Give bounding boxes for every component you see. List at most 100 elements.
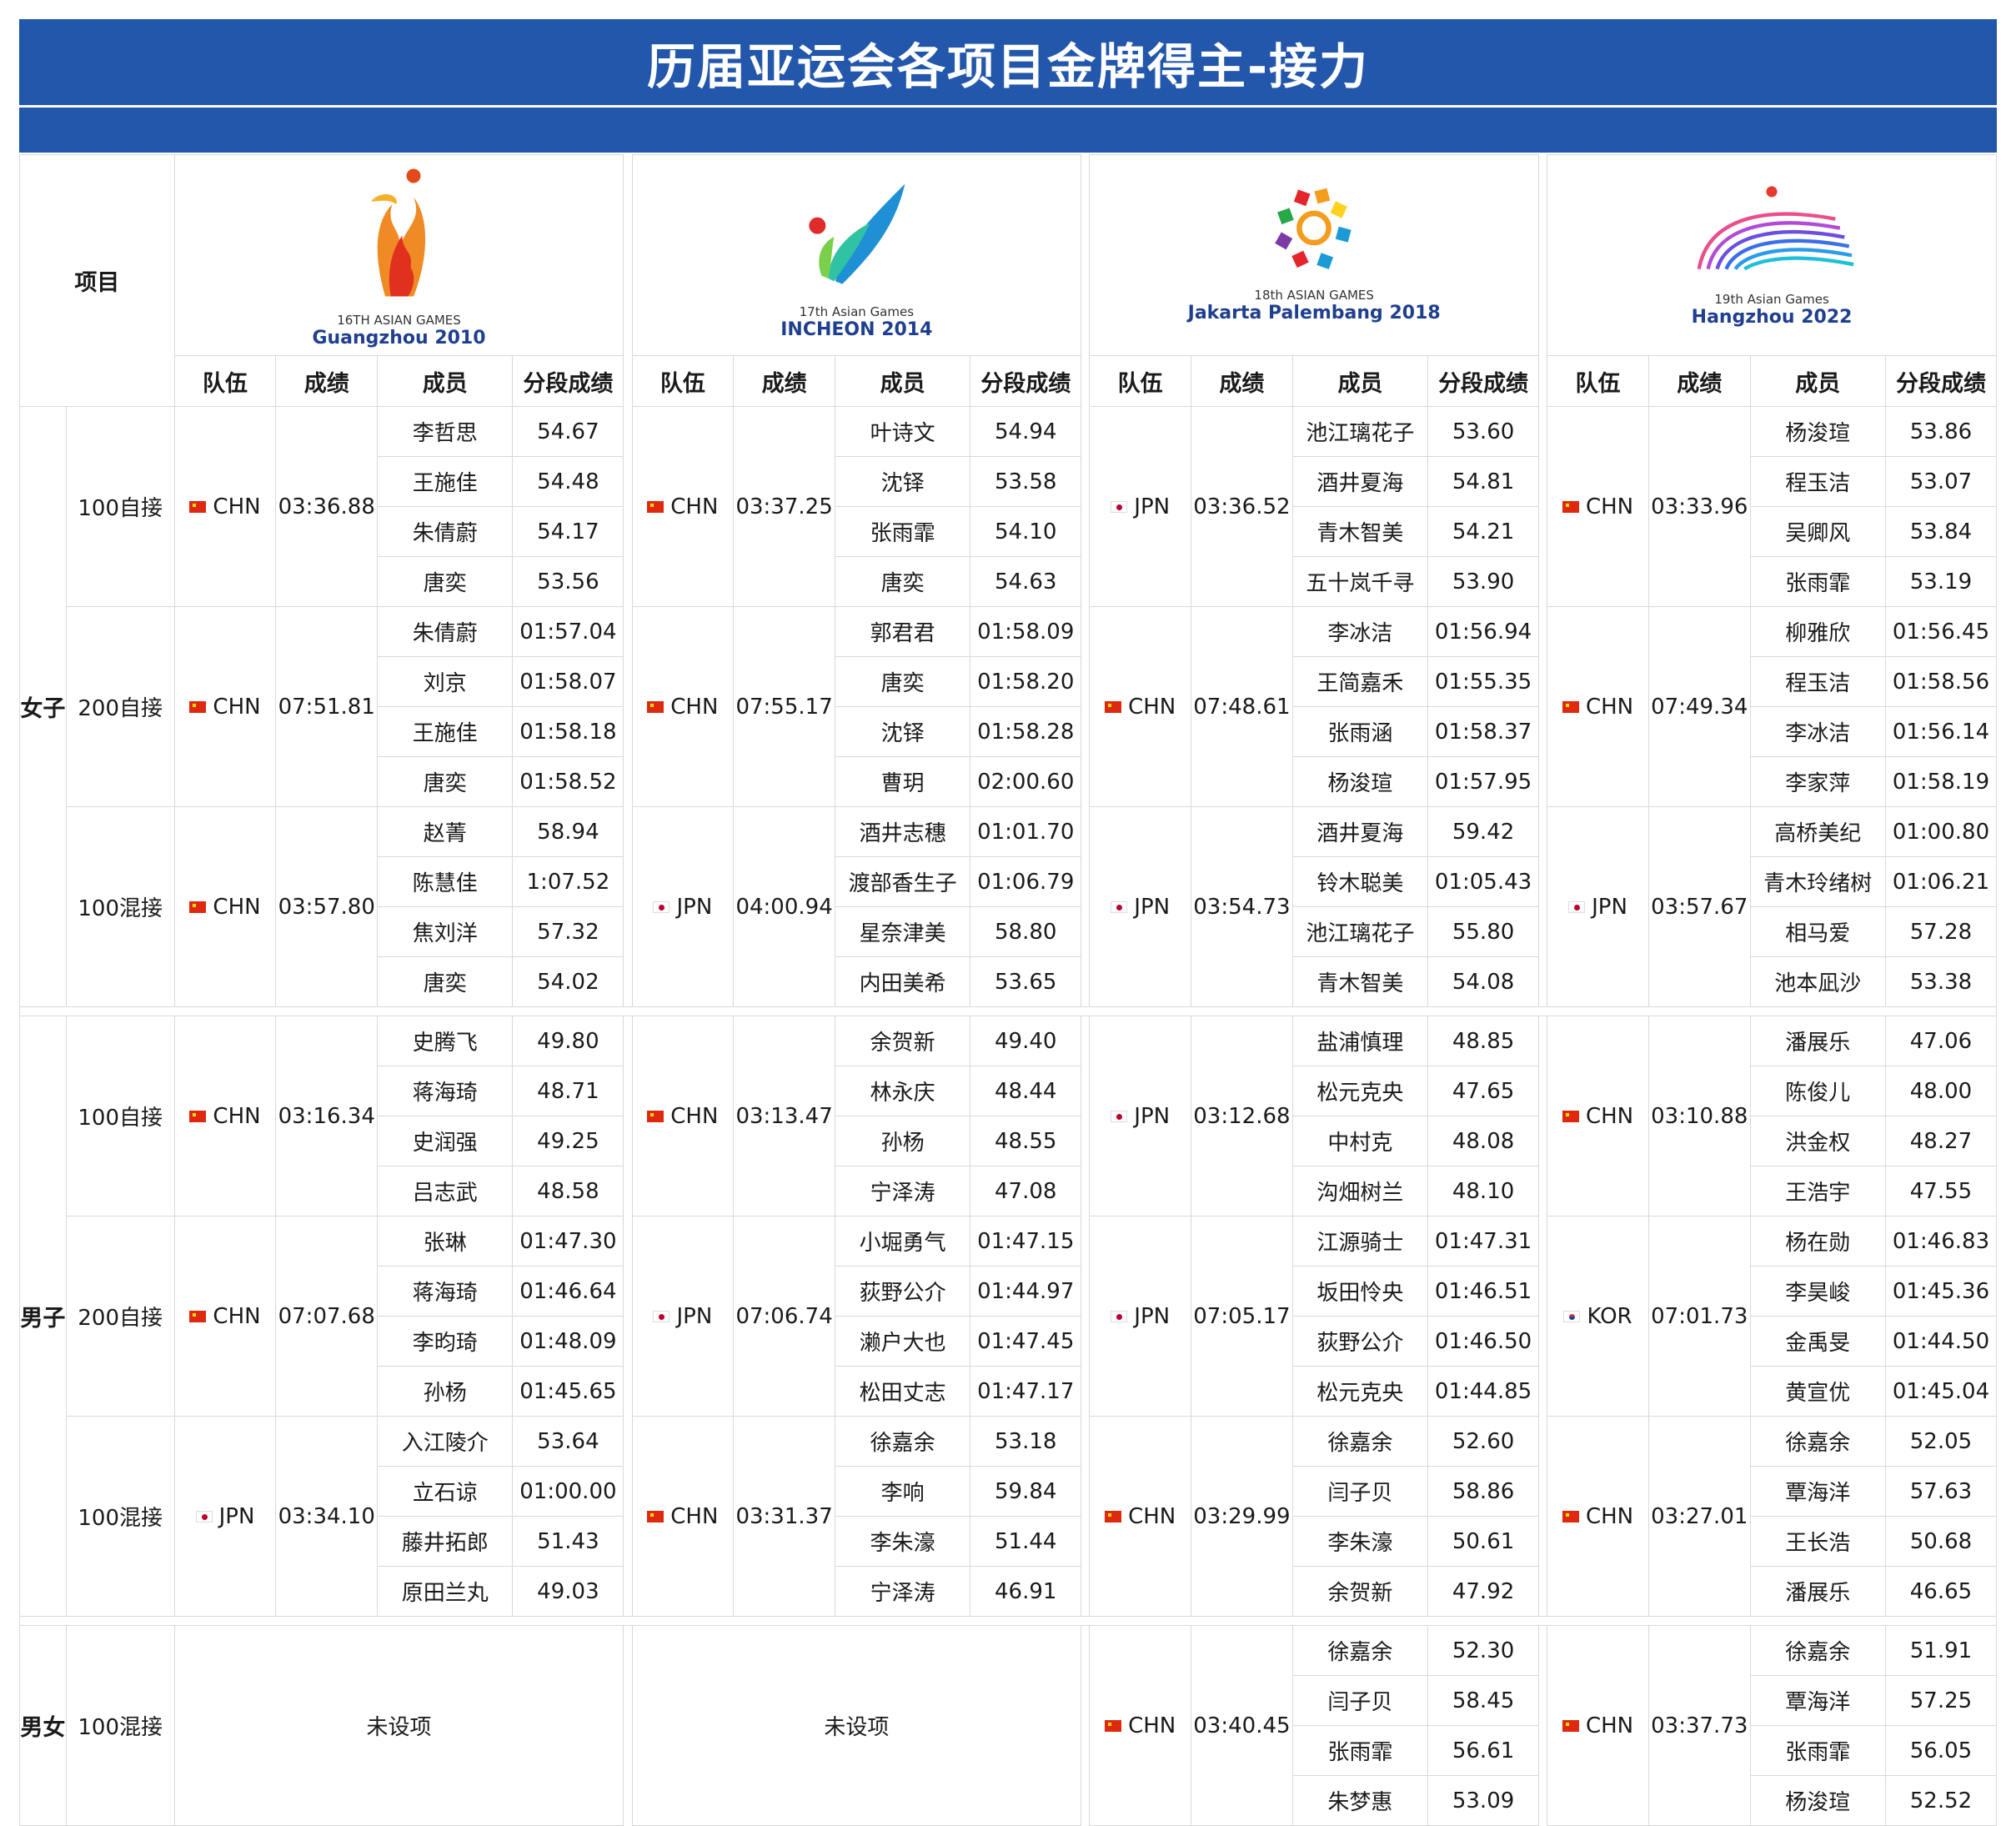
split-time: 53.56: [512, 556, 624, 607]
col-split-header: 分段成绩: [512, 355, 624, 407]
games-caption: 18th ASIAN GAMES: [1254, 288, 1374, 303]
relay-time: 07:55.17: [733, 606, 835, 807]
member-name: 朱梦惠: [1291, 1775, 1429, 1826]
split-time: 52.52: [1884, 1775, 1998, 1826]
member-name: 吴卿风: [1749, 506, 1886, 557]
relay-time: 03:57.80: [275, 806, 379, 1007]
jpn-flag-icon: [1111, 501, 1128, 513]
team-cell: CHN: [631, 1016, 735, 1216]
member-name: 孙杨: [377, 1366, 514, 1417]
split-time: 1:07.52: [512, 856, 624, 907]
split-time: 01:47.15: [970, 1216, 1082, 1267]
member-name: 李朱濠: [834, 1516, 971, 1567]
split-time: 54.63: [970, 556, 1082, 607]
not-held-label: 未设项: [173, 1625, 624, 1826]
split-time: 01:58.56: [1884, 656, 1998, 707]
split-time: 54.17: [512, 506, 624, 557]
col-team-header: 队伍: [173, 355, 277, 407]
member-name: 宁泽涛: [834, 1566, 971, 1617]
split-time: 53.07: [1884, 456, 1998, 507]
member-name: 张雨涵: [1291, 706, 1429, 757]
team-cell: JPN: [631, 806, 735, 1007]
split-time: 01:45.04: [1884, 1366, 1998, 1417]
team-cell: CHN: [1547, 1625, 1649, 1826]
group-gap: [19, 1616, 1997, 1626]
member-name: 沟畑树兰: [1291, 1166, 1429, 1216]
team-code: CHN: [1585, 1713, 1634, 1738]
split-time: 48.85: [1427, 1016, 1540, 1066]
split-time: 01:57.95: [1427, 756, 1540, 807]
split-time: 48.00: [1884, 1066, 1998, 1116]
member-name: 陈慧佳: [377, 856, 514, 907]
table-row: 200自接 CHN 07:07.68 张琳 01:47.30 JPN 07:06.74 小堀勇…: [20, 1216, 1998, 1417]
member-name: 李冰洁: [1749, 706, 1886, 757]
relay-time: 03:36.52: [1191, 406, 1293, 607]
split-time: 01:58.09: [970, 606, 1082, 657]
jpn-flag-icon: [1111, 1111, 1128, 1122]
member-name: 李响: [834, 1466, 971, 1517]
split-time: 56.05: [1884, 1725, 1998, 1776]
split-time: 52.60: [1427, 1416, 1540, 1467]
split-time: 01:58.18: [512, 706, 624, 757]
games-logo-cell: 19th Asian Games Hangzhou 2022: [1547, 154, 1997, 356]
split-time: 01:58.28: [970, 706, 1082, 757]
member-name: 程玉洁: [1749, 456, 1886, 507]
games-name: Jakarta Palembang 2018: [1187, 303, 1441, 324]
member-name: 覃海洋: [1749, 1466, 1886, 1517]
member-name: 相马爱: [1749, 906, 1886, 957]
member-name: 盐浦慎理: [1291, 1016, 1429, 1066]
split-time: 53.90: [1427, 556, 1540, 607]
split-time: 46.65: [1884, 1566, 1998, 1617]
chn-flag-icon: [1562, 1111, 1579, 1122]
split-time: 01:56.14: [1884, 706, 1998, 757]
team-cell: KOR: [1547, 1216, 1649, 1417]
relay-time: 03:29.99: [1191, 1416, 1293, 1617]
chn-flag-icon: [1562, 701, 1579, 713]
team-code: CHN: [1585, 694, 1634, 720]
split-time: 01:47.17: [970, 1366, 1082, 1417]
team-code: CHN: [670, 1503, 719, 1529]
split-time: 01:58.37: [1427, 706, 1540, 757]
member-name: 王施佳: [377, 706, 514, 757]
col-team-header: 队伍: [1089, 355, 1192, 407]
split-time: 01:46.83: [1884, 1216, 1998, 1267]
split-time: 54.02: [512, 956, 624, 1007]
member-name: 孙杨: [834, 1116, 971, 1166]
split-time: 54.08: [1427, 956, 1540, 1007]
member-name: 张琳: [377, 1216, 514, 1267]
team-code: CHN: [1128, 1503, 1176, 1529]
relay-time: 07:05.17: [1191, 1216, 1293, 1417]
member-name: 朱倩蔚: [377, 506, 514, 557]
column-gap: [1538, 1016, 1548, 1617]
member-name: 王施佳: [377, 456, 514, 507]
team-cell: CHN: [173, 1216, 277, 1417]
split-time: 01:46.50: [1427, 1316, 1540, 1367]
member-name: 程玉洁: [1749, 656, 1886, 707]
col-time-header: 成绩: [275, 355, 379, 407]
split-time: 53.58: [970, 456, 1082, 507]
split-time: 50.68: [1884, 1516, 1998, 1567]
member-name: 李冰洁: [1291, 606, 1429, 657]
games-emblem-icon: [328, 162, 470, 309]
member-name: 宁泽涛: [834, 1166, 971, 1216]
table-row: 女子 100自接 CHN 03:36.88 李哲思 54.67 CHN 03:37.25 叶诗文…: [19, 406, 1998, 1007]
split-time: 01:58.07: [512, 656, 624, 707]
column-gap: [623, 406, 633, 1007]
chn-flag-icon: [647, 1511, 664, 1523]
split-time: 53.65: [970, 956, 1082, 1007]
member-name: 赵菁: [377, 806, 514, 857]
member-name: 李家萍: [1749, 756, 1886, 807]
event-label: 100混接: [65, 1416, 175, 1617]
split-time: 01:45.65: [512, 1366, 624, 1417]
member-name: 金禹旻: [1749, 1316, 1886, 1367]
split-time: 54.48: [512, 456, 624, 507]
member-name: 黄宣优: [1749, 1366, 1886, 1417]
games-caption: 17th Asian Games: [799, 304, 915, 319]
member-name: 星奈津美: [834, 906, 971, 957]
split-time: 52.05: [1884, 1416, 1998, 1467]
member-name: 洪金权: [1749, 1116, 1886, 1166]
split-time: 01:47.30: [512, 1216, 624, 1267]
split-time: 46.91: [970, 1566, 1082, 1617]
team-cell: CHN: [173, 1016, 277, 1216]
member-name: 史润强: [377, 1116, 514, 1166]
